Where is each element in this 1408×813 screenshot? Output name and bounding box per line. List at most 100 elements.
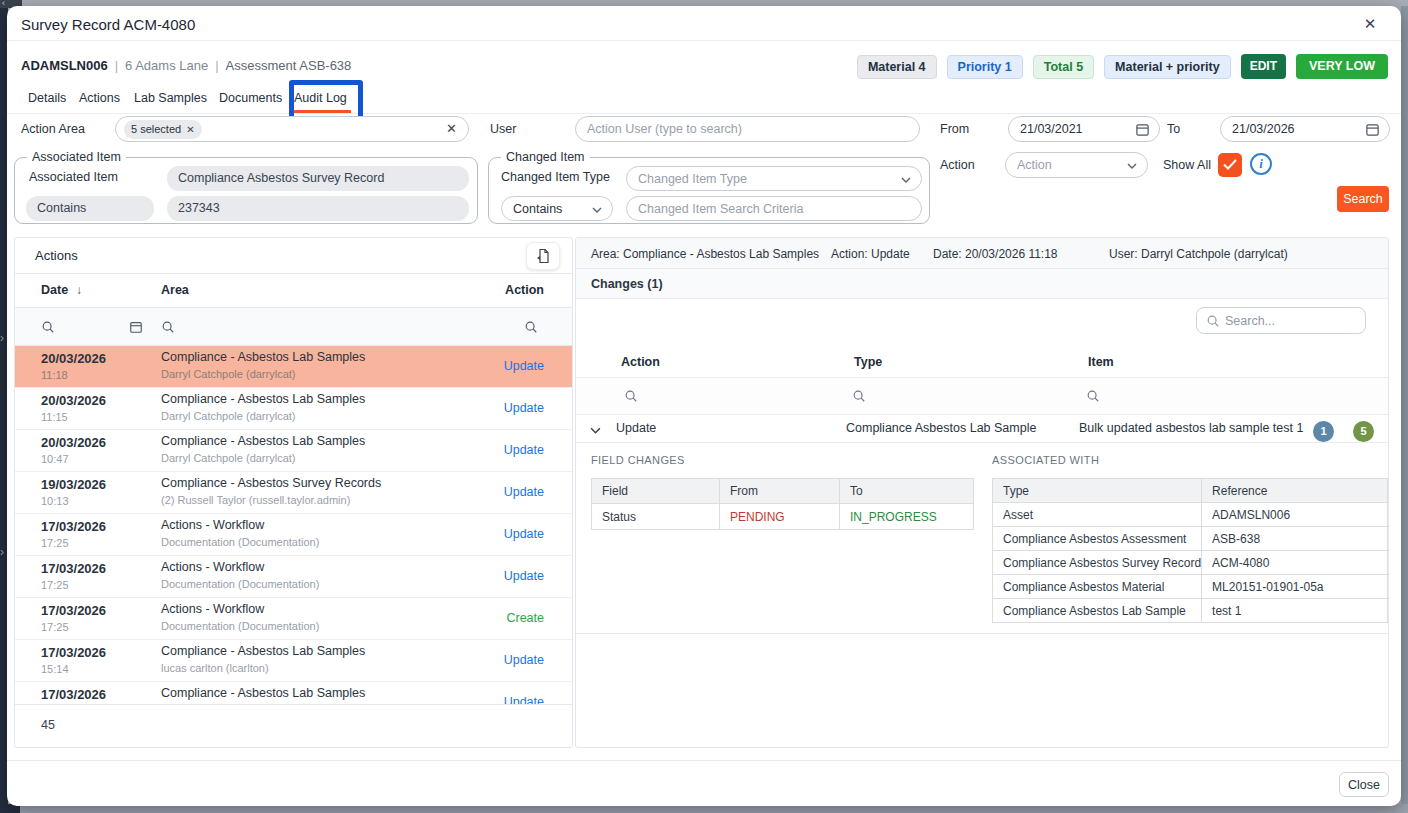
breadcrumb-asset: ADAMSLN006 bbox=[21, 58, 108, 73]
action-row[interactable]: 19/03/202610:13Compliance - Asbestos Sur… bbox=[15, 472, 572, 514]
edit-button[interactable]: EDIT bbox=[1241, 54, 1286, 79]
calendar-icon[interactable] bbox=[1365, 122, 1380, 137]
search-icon[interactable] bbox=[41, 320, 55, 334]
info-user: User: Darryl Catchpole (darrylcat) bbox=[1109, 247, 1288, 261]
action-row[interactable]: 17/03/202617:25Actions - WorkflowDocumen… bbox=[15, 556, 572, 598]
row-time: 17:25 bbox=[41, 537, 69, 549]
row-area: Actions - Workflow bbox=[161, 560, 264, 574]
tab-details[interactable]: Details bbox=[28, 91, 66, 105]
export-button[interactable] bbox=[526, 242, 560, 270]
column-header-action[interactable]: Action bbox=[621, 355, 660, 369]
tab-documents[interactable]: Documents bbox=[219, 91, 282, 105]
from-date-input[interactable]: 21/03/2021 bbox=[1008, 116, 1160, 142]
row-user: Darryl Catchpole (darrylcat) bbox=[161, 368, 295, 380]
column-header-type[interactable]: Type bbox=[854, 355, 882, 369]
search-icon bbox=[1206, 314, 1220, 328]
row-time: 10:47 bbox=[41, 453, 69, 465]
action-select[interactable]: Action bbox=[1005, 152, 1148, 178]
search-icon[interactable] bbox=[624, 389, 638, 403]
search-icon[interactable] bbox=[852, 389, 866, 403]
row-date: 17/03/2026 bbox=[41, 645, 106, 660]
row-user: Darryl Catchpole (darrylcat) bbox=[161, 452, 295, 464]
row-action-link[interactable]: Update bbox=[504, 443, 544, 457]
row-action-link[interactable]: Create bbox=[506, 611, 544, 625]
show-all-label: Show All bbox=[1163, 158, 1211, 172]
row-area: Compliance - Asbestos Lab Samples bbox=[161, 686, 365, 700]
action-row[interactable]: 17/03/2026 15:14 Compliance - Asbestos Lab… bbox=[15, 640, 572, 682]
action-area-clear-icon[interactable]: ✕ bbox=[446, 121, 457, 136]
changes-search-input[interactable]: Search... bbox=[1196, 307, 1366, 334]
user-input[interactable]: Action User (type to search) bbox=[575, 116, 920, 142]
badge-priority: Priority 1 bbox=[947, 55, 1023, 79]
row-action-link[interactable]: Update bbox=[504, 401, 544, 415]
tab-actions[interactable]: Actions bbox=[79, 91, 120, 105]
change-item: Bulk updated asbestos lab sample test 1 bbox=[1079, 421, 1303, 435]
to-date-input[interactable]: 21/03/2026 bbox=[1220, 116, 1390, 142]
column-header-item[interactable]: Item bbox=[1088, 355, 1114, 369]
search-icon[interactable] bbox=[524, 320, 538, 334]
actions-grid-panel: Actions Date↓ Area Action 20/03/202611:1… bbox=[14, 237, 573, 748]
action-row[interactable]: 20/03/202611:18Compliance - Asbestos Lab… bbox=[15, 346, 572, 388]
row-user: Documentation (Documentation) bbox=[161, 620, 319, 632]
action-row[interactable]: 20/03/202610:47Compliance - Asbestos Lab… bbox=[15, 430, 572, 472]
column-header-date[interactable]: Date↓ bbox=[41, 283, 82, 297]
risk-button[interactable]: VERY LOW bbox=[1296, 54, 1388, 79]
row-action-link[interactable]: Update bbox=[504, 485, 544, 499]
from-label: From bbox=[940, 122, 969, 136]
record-count: 45 bbox=[41, 718, 55, 732]
detail-info-bar: Area: Compliance - Asbestos Lab SamplesA… bbox=[576, 238, 1388, 269]
row-time: 15:14 bbox=[41, 663, 69, 675]
row-action-link[interactable]: Update bbox=[504, 569, 544, 583]
fc-col-field: Field bbox=[592, 479, 720, 504]
close-icon[interactable]: ✕ bbox=[1361, 15, 1379, 33]
changes-grid-header: Action Type Item bbox=[576, 346, 1388, 378]
action-row[interactable]: 17/03/202617:25Actions - WorkflowDocumen… bbox=[15, 514, 572, 556]
changed-item-operator-select[interactable]: Contains bbox=[501, 196, 613, 221]
action-row[interactable]: 20/03/202611:15Compliance - Asbestos Lab… bbox=[15, 388, 572, 430]
associated-item-value[interactable]: Compliance Asbestos Survey Record bbox=[167, 166, 469, 191]
changed-item-criteria-input[interactable]: Changed Item Search Criteria bbox=[626, 196, 922, 221]
row-area: Actions - Workflow bbox=[161, 518, 264, 532]
tab-lab-samples[interactable]: Lab Samples bbox=[134, 91, 207, 105]
row-date: 20/03/2026 bbox=[41, 393, 106, 408]
calendar-icon[interactable] bbox=[129, 320, 143, 334]
column-header-area[interactable]: Area bbox=[161, 283, 189, 297]
row-area: Compliance - Asbestos Lab Samples bbox=[161, 434, 365, 448]
aw-row: Compliance Asbestos Survey RecordACM-408… bbox=[993, 551, 1388, 575]
row-action-link[interactable]: Update bbox=[504, 695, 544, 704]
calendar-icon[interactable] bbox=[1135, 122, 1150, 137]
info-area: Area: Compliance - Asbestos Lab Samples bbox=[591, 247, 819, 261]
changes-grid-filter-row bbox=[576, 378, 1388, 415]
changes-title: Changes (1) bbox=[591, 277, 663, 291]
associated-item-legend: Associated Item bbox=[27, 150, 126, 164]
row-area: Compliance - Asbestos Lab Samples bbox=[161, 644, 365, 658]
tabs-divider bbox=[7, 113, 1401, 114]
column-header-action[interactable]: Action bbox=[505, 283, 544, 297]
search-button[interactable]: Search bbox=[1337, 186, 1389, 212]
change-row[interactable]: Update Compliance Asbestos Lab Sample Bu… bbox=[576, 415, 1388, 443]
associated-item-operator[interactable]: Contains bbox=[26, 196, 154, 221]
fc-col-from: From bbox=[720, 479, 840, 504]
footer-divider bbox=[7, 760, 1401, 761]
dialog-title: Survey Record ACM-4080 bbox=[21, 16, 195, 33]
close-button[interactable]: Close bbox=[1339, 772, 1389, 797]
chip-remove-icon[interactable]: ✕ bbox=[186, 124, 194, 135]
row-action-link[interactable]: Update bbox=[504, 527, 544, 541]
search-icon[interactable] bbox=[161, 320, 175, 334]
action-area-chip[interactable]: 5 selected✕ bbox=[124, 120, 202, 139]
badge-material-priority: Material + priority bbox=[1104, 55, 1231, 79]
info-icon[interactable]: i bbox=[1250, 153, 1272, 175]
associated-item-criteria[interactable]: 237343 bbox=[167, 196, 469, 221]
search-icon[interactable] bbox=[1086, 389, 1100, 403]
changed-item-group: Changed Item Changed Item Type Changed I… bbox=[488, 150, 930, 224]
action-area-multiselect[interactable]: 5 selected✕ ✕ bbox=[115, 116, 469, 142]
changes-toolbar: Search... bbox=[576, 299, 1388, 346]
row-action-link[interactable]: Update bbox=[504, 359, 544, 373]
action-row[interactable]: 17/03/2026Compliance - Asbestos Lab Samp… bbox=[15, 682, 572, 704]
collapse-chevron-icon[interactable] bbox=[590, 423, 601, 437]
row-action-link[interactable]: Update bbox=[504, 653, 544, 667]
show-all-checkbox[interactable] bbox=[1218, 153, 1242, 177]
row-date: 17/03/2026 bbox=[41, 561, 106, 576]
changed-item-type-select[interactable]: Changed Item Type bbox=[626, 166, 922, 191]
action-row[interactable]: 17/03/202617:25Actions - WorkflowDocumen… bbox=[15, 598, 572, 640]
